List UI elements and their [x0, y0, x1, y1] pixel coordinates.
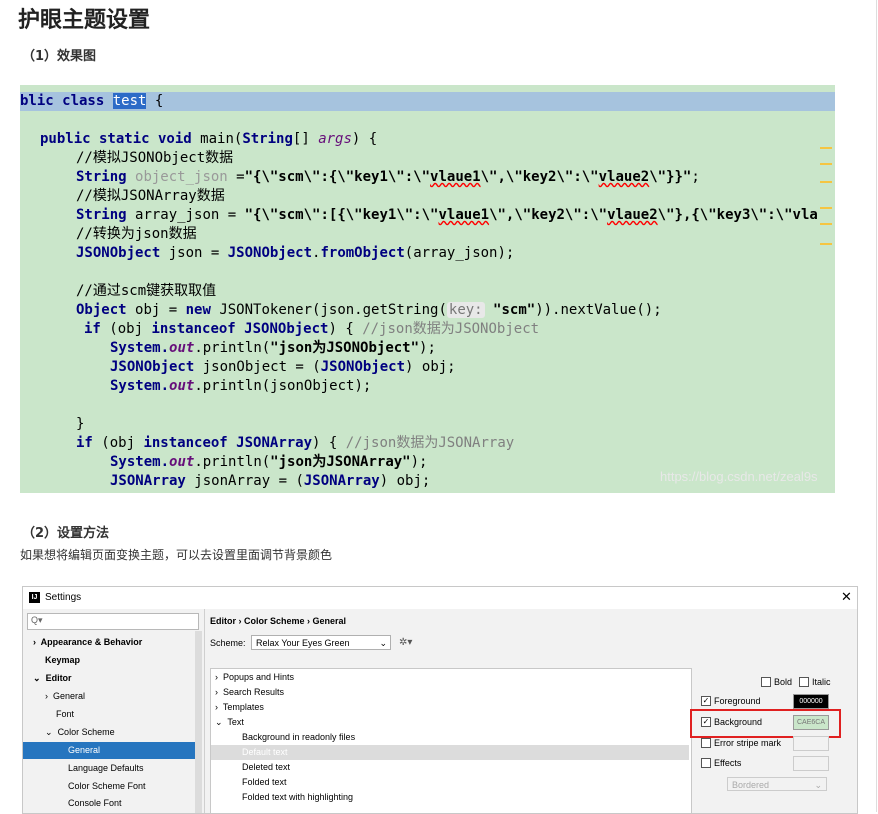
- code-line-12: System.out.println("json为JSONObject");: [110, 340, 436, 356]
- tree-item-folded-text[interactable]: Folded text: [242, 775, 287, 790]
- error-stripe-checkbox[interactable]: Error stripe mark: [701, 737, 781, 750]
- scheme-label: Scheme:: [210, 638, 246, 648]
- param-hint: key:: [446, 302, 485, 318]
- code-screenshot: blic class test { public static void mai…: [20, 85, 835, 493]
- close-icon[interactable]: ✕: [841, 589, 852, 605]
- scheme-select[interactable]: Relax Your Eyes Green ⌄: [251, 635, 391, 650]
- code-comment-4: //通过scm键获取取值: [76, 283, 217, 299]
- error-stripe-mark: [820, 243, 832, 245]
- italic-checkbox[interactable]: Italic: [799, 676, 831, 689]
- code-line-18: System.out.println("json为JSONArray");: [110, 454, 428, 470]
- settings-window: IJ Settings ✕ Q▾ › Appearance & Behavior…: [22, 586, 858, 814]
- search-icon: Q▾: [31, 615, 43, 625]
- foreground-color-swatch[interactable]: 000000: [793, 694, 829, 709]
- error-stripe-mark: [820, 223, 832, 225]
- effects-checkbox[interactable]: Effects: [701, 757, 741, 770]
- chevron-down-icon: ⌄: [379, 638, 387, 648]
- chevron-down-icon: ⌄: [814, 780, 822, 790]
- highlight-annotation-box: [690, 709, 841, 738]
- sidebar-item-console-font[interactable]: Console Font: [68, 795, 122, 812]
- sidebar-item-color-scheme-general[interactable]: General: [23, 742, 195, 759]
- section-heading-effect: （1）效果图: [22, 49, 97, 64]
- error-stripe-mark: [820, 147, 832, 149]
- code-comment-1: //模拟JSONObject数据: [76, 150, 234, 166]
- code-line-6: String array_json = "{\"scm\":[{\"key1\"…: [76, 207, 818, 223]
- foreground-checkbox[interactable]: ✓ Foreground: [701, 695, 761, 708]
- sidebar-item-keymap[interactable]: Keymap: [45, 652, 80, 669]
- code-line-1: blic class test {: [20, 93, 164, 109]
- bold-checkbox[interactable]: Bold: [761, 676, 792, 689]
- settings-search-input[interactable]: Q▾: [27, 613, 199, 630]
- sidebar-item-general[interactable]: › General: [45, 688, 85, 705]
- tree-item-search-results[interactable]: › Search Results: [215, 685, 284, 700]
- panel-divider: [204, 609, 205, 813]
- sidebar-item-language-defaults[interactable]: Language Defaults: [68, 760, 144, 777]
- code-line-19: JSONArray jsonArray = (JSONArray) obj;: [110, 473, 431, 489]
- code-line-2: public static void main(String[] args) {: [40, 131, 378, 147]
- section-heading-method: （2）设置方法: [22, 526, 110, 541]
- code-line-8: JSONObject json = JSONObject.fromObject(…: [76, 245, 515, 261]
- code-line-4: String object_json ="{\"scm\":{\"key1\":…: [76, 169, 700, 185]
- effects-type-select[interactable]: Bordered ⌄: [727, 777, 827, 791]
- article-paragraph: 如果想将编辑页面变换主题，可以去设置里面调节背景颜色: [20, 548, 333, 562]
- code-line-17: if (obj instanceof JSONArray) { //json数据…: [76, 435, 515, 451]
- error-stripe-mark: [820, 181, 832, 183]
- error-stripe-mark: [820, 163, 832, 165]
- error-stripe-mark: [820, 207, 832, 209]
- sidebar-item-editor[interactable]: ⌄ Editor: [33, 670, 72, 687]
- intellij-logo-icon: IJ: [29, 592, 40, 603]
- sidebar-scrollbar[interactable]: [195, 631, 202, 813]
- code-line-13: JSONObject jsonObject = (JSONObject) obj…: [110, 359, 456, 375]
- title-bar: IJ Settings ✕: [23, 587, 857, 609]
- error-stripe-swatch[interactable]: [793, 736, 829, 751]
- color-element-tree: › Popups and Hints › Search Results › Te…: [210, 668, 692, 813]
- code-line-11: if (obj instanceof JSONObject) { //json数…: [84, 321, 540, 337]
- code-line-10: Object obj = new JSONTokener(json.getStr…: [76, 302, 662, 318]
- sidebar-item-color-scheme[interactable]: ⌄ Color Scheme: [45, 724, 115, 741]
- watermark: https://blog.csdn.net/zeal9s: [660, 469, 818, 484]
- code-comment-3: //转换为json数据: [76, 226, 197, 242]
- tree-item-folded-highlight[interactable]: Folded text with highlighting: [242, 790, 353, 805]
- tree-item-text[interactable]: ⌄ Text: [215, 715, 244, 730]
- tree-item-default-text[interactable]: Default text: [211, 745, 689, 760]
- code-comment-2: //模拟JSONArray数据: [76, 188, 225, 204]
- gear-icon[interactable]: ✲▾: [399, 637, 412, 648]
- page-edge-rule: [876, 0, 877, 812]
- tree-item-templates[interactable]: › Templates: [215, 700, 264, 715]
- tree-item-readonly-bg[interactable]: Background in readonly files: [242, 730, 355, 745]
- tree-item-deleted-text[interactable]: Deleted text: [242, 760, 290, 775]
- code-line-14: System.out.println(jsonObject);: [110, 378, 372, 394]
- tree-item-popups[interactable]: › Popups and Hints: [215, 670, 294, 685]
- window-title: Settings: [45, 592, 82, 603]
- article-title: 护眼主题设置: [18, 8, 151, 33]
- sidebar-item-font[interactable]: Font: [56, 706, 74, 723]
- breadcrumb: Editor › Color Scheme › General: [210, 616, 347, 626]
- effects-swatch[interactable]: [793, 756, 829, 771]
- sidebar-item-color-scheme-font[interactable]: Color Scheme Font: [68, 778, 146, 795]
- sidebar-item-appearance[interactable]: › Appearance & Behavior: [33, 634, 142, 651]
- code-line-16: }: [76, 416, 85, 432]
